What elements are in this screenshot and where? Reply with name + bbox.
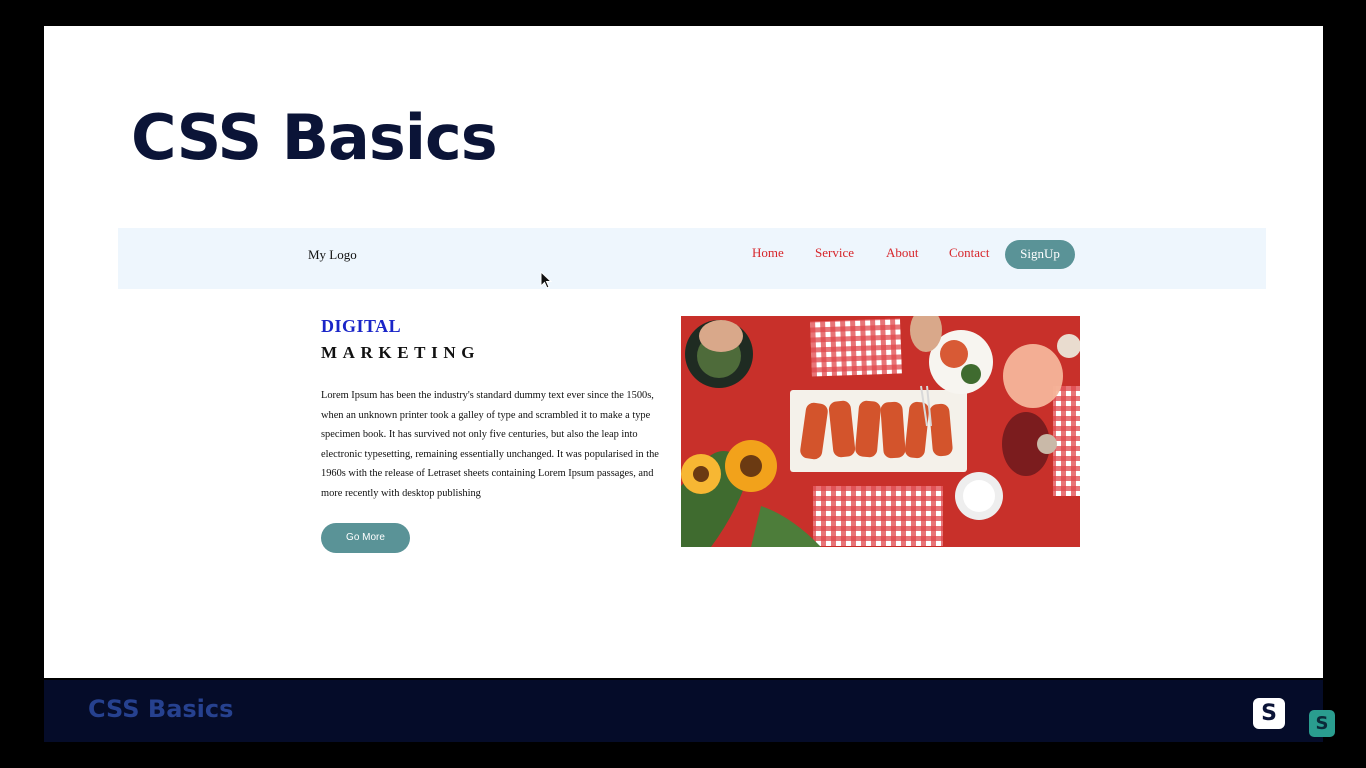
slide: CSS Basics My Logo Home Service About Co…	[44, 26, 1323, 678]
hero-paragraph: Lorem Ipsum has been the industry's stan…	[321, 390, 659, 499]
footer-bar: CSS Basics S S	[44, 680, 1335, 742]
signup-button[interactable]: SignUp	[1005, 240, 1075, 269]
mouse-cursor-icon	[540, 271, 552, 289]
go-more-button[interactable]: Go More	[321, 523, 410, 553]
brand-watermark-icon: S	[1309, 710, 1335, 737]
food-table-photo	[681, 316, 1080, 547]
nav-link-home[interactable]: Home	[752, 245, 784, 261]
nav-link-contact[interactable]: Contact	[949, 245, 989, 261]
hero-heading-marketing: MARKETING	[321, 343, 481, 362]
demo-navbar: My Logo Home Service About Contact SignU…	[118, 228, 1266, 289]
brand-logo-icon: S	[1253, 698, 1285, 729]
footer-title: CSS Basics	[88, 695, 234, 723]
hero-heading-digital: DIGITAL	[321, 316, 402, 336]
nav-link-service[interactable]: Service	[815, 245, 854, 261]
logo[interactable]: My Logo	[308, 247, 357, 263]
slide-title: CSS Basics	[131, 101, 498, 174]
nav-link-about[interactable]: About	[886, 245, 919, 261]
